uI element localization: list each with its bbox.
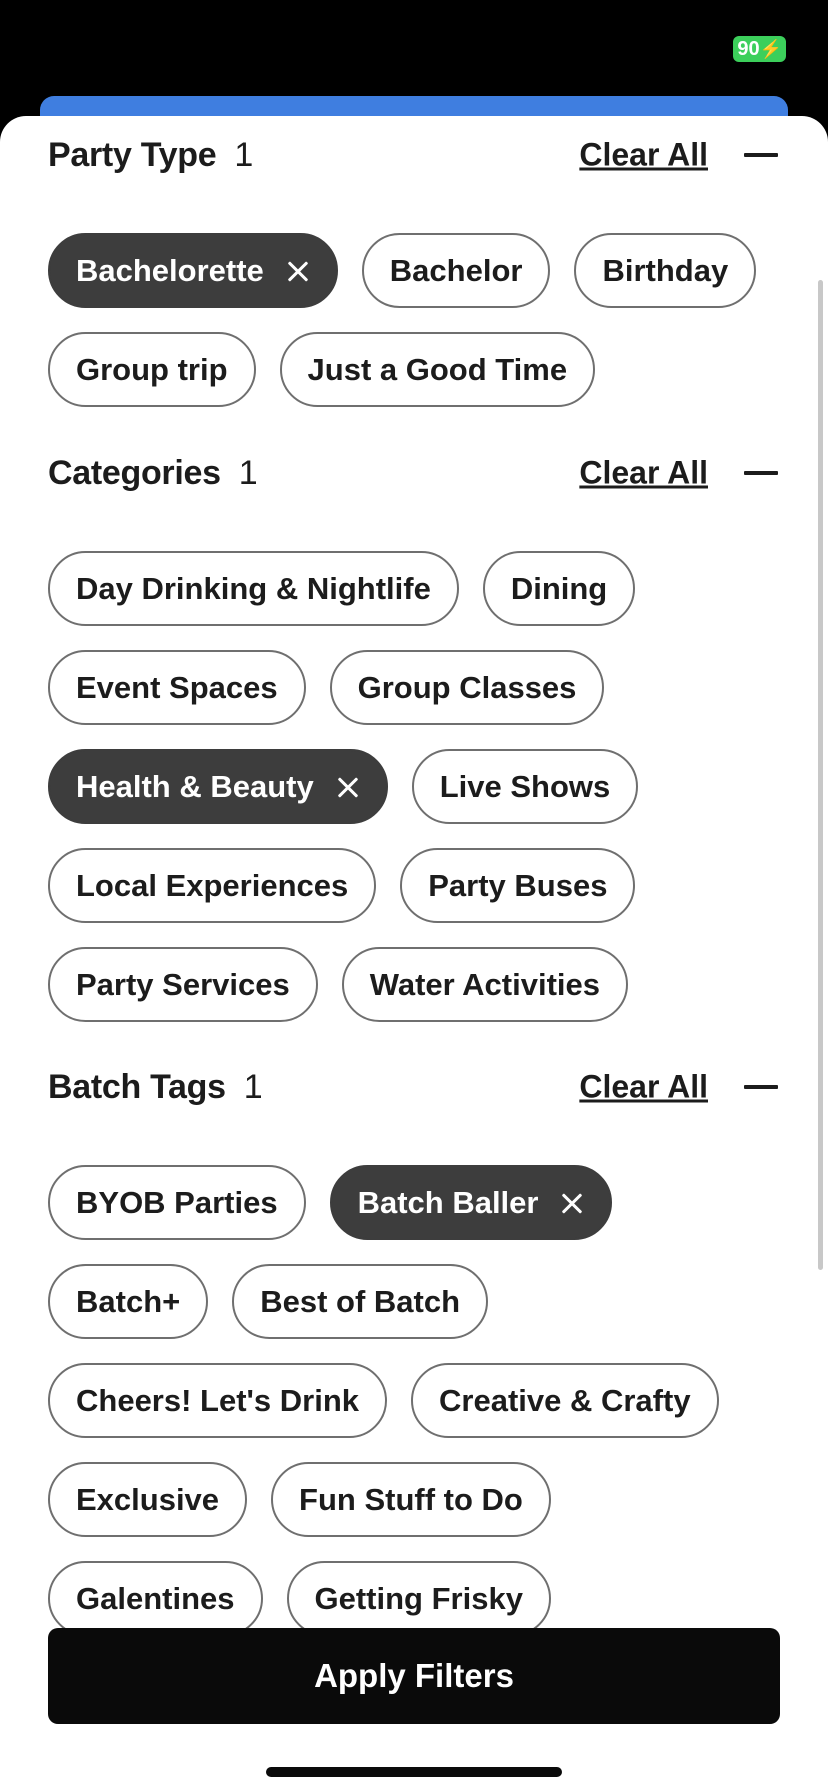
chip-group-classes[interactable]: Group Classes <box>329 650 605 725</box>
chip-label: Exclusive <box>76 1481 220 1517</box>
chip-creative-crafty[interactable]: Creative & Crafty <box>411 1363 719 1438</box>
collapse-icon[interactable] <box>744 153 778 157</box>
apply-filters-button[interactable]: Apply Filters <box>48 1628 780 1724</box>
chip-label: Water Activities <box>369 966 600 1002</box>
chip-label: Just a Good Time <box>307 351 568 387</box>
close-icon[interactable] <box>560 1191 584 1215</box>
chip-label: Best of Batch <box>260 1283 461 1319</box>
chip-label: Party Buses <box>428 867 608 903</box>
battery-level: 90 <box>737 38 760 60</box>
chip-label: Cheers! Let's Drink <box>76 1382 360 1418</box>
chip-list: Day Drinking & Nightlife Dining Event Sp… <box>48 551 780 1022</box>
chip-label: Live Shows <box>439 768 611 804</box>
chip-galentines[interactable]: Galentines <box>48 1561 263 1628</box>
chip-live-shows[interactable]: Live Shows <box>411 749 639 824</box>
chip-label: Group trip <box>76 351 228 387</box>
chip-just-a-good-time[interactable]: Just a Good Time <box>279 332 596 407</box>
section-batch-tags: Batch Tags 1 Clear All BYOB Parties Batc… <box>48 1057 780 1628</box>
section-categories: Categories 1 Clear All Day Drinking & Ni… <box>48 443 780 1022</box>
chip-label: Bachelorette <box>76 252 264 288</box>
selected-count: 1 <box>243 1067 263 1106</box>
collapse-icon[interactable] <box>744 471 778 475</box>
chip-label: Fun Stuff to Do <box>299 1481 523 1517</box>
clear-all-link[interactable]: Clear All <box>579 137 708 174</box>
chip-label: Creative & Crafty <box>439 1382 691 1418</box>
chip-byob-parties[interactable]: BYOB Parties <box>48 1165 306 1240</box>
chip-fun-stuff-to-do[interactable]: Fun Stuff to Do <box>271 1462 551 1537</box>
close-icon[interactable] <box>336 775 360 799</box>
selected-count: 1 <box>238 453 258 492</box>
chip-birthday[interactable]: Birthday <box>574 233 757 308</box>
scrollbar[interactable] <box>818 280 823 1270</box>
filter-sheet: Party Type 1 Clear All Bachelorette Bach… <box>0 116 828 1792</box>
section-title: Party Type <box>48 135 217 174</box>
chip-cheers-lets-drink[interactable]: Cheers! Let's Drink <box>48 1363 388 1438</box>
selected-count: 1 <box>234 135 254 174</box>
chip-exclusive[interactable]: Exclusive <box>48 1462 248 1537</box>
chip-label: Health & Beauty <box>76 768 314 804</box>
section-header: Party Type 1 Clear All <box>48 125 780 185</box>
chip-day-drinking-nightlife[interactable]: Day Drinking & Nightlife <box>48 551 459 626</box>
section-title: Categories <box>48 453 221 492</box>
clear-all-link[interactable]: Clear All <box>579 455 708 492</box>
chip-water-activities[interactable]: Water Activities <box>341 947 628 1022</box>
chip-batch-plus[interactable]: Batch+ <box>48 1264 209 1339</box>
chip-label: Batch+ <box>76 1283 181 1319</box>
chip-getting-frisky[interactable]: Getting Frisky <box>286 1561 551 1628</box>
chip-health-beauty[interactable]: Health & Beauty <box>48 749 388 824</box>
chip-group-trip[interactable]: Group trip <box>48 332 256 407</box>
chip-label: BYOB Parties <box>76 1184 278 1220</box>
chip-list: Bachelorette Bachelor Birthday Group tri… <box>48 233 780 407</box>
chip-label: Dining <box>510 570 608 606</box>
close-icon[interactable] <box>286 259 310 283</box>
status-bar: 90⚡ <box>0 0 828 100</box>
chip-party-services[interactable]: Party Services <box>48 947 318 1022</box>
chip-label: Birthday <box>602 252 729 288</box>
chip-label: Bachelor <box>389 252 523 288</box>
chip-bachelor[interactable]: Bachelor <box>361 233 551 308</box>
charging-bolt-icon: ⚡ <box>759 39 782 59</box>
chip-label: Galentines <box>76 1580 235 1616</box>
chip-label: Event Spaces <box>76 669 278 705</box>
chip-bachelorette[interactable]: Bachelorette <box>48 233 338 308</box>
section-header: Categories 1 Clear All <box>48 443 780 503</box>
chip-local-experiences[interactable]: Local Experiences <box>48 848 377 923</box>
section-party-type: Party Type 1 Clear All Bachelorette Bach… <box>48 125 780 407</box>
chip-batch-baller[interactable]: Batch Baller <box>329 1165 613 1240</box>
chip-label: Batch Baller <box>357 1184 539 1220</box>
chip-label: Group Classes <box>357 669 577 705</box>
clear-all-link[interactable]: Clear All <box>579 1069 708 1106</box>
chip-label: Party Services <box>76 966 290 1002</box>
section-header: Batch Tags 1 Clear All <box>48 1057 780 1117</box>
collapse-icon[interactable] <box>744 1085 778 1089</box>
chip-party-buses[interactable]: Party Buses <box>400 848 636 923</box>
chip-label: Getting Frisky <box>314 1580 523 1616</box>
section-title: Batch Tags <box>48 1067 226 1106</box>
home-indicator[interactable] <box>266 1767 562 1777</box>
chip-label: Local Experiences <box>76 867 349 903</box>
chip-event-spaces[interactable]: Event Spaces <box>48 650 306 725</box>
battery-indicator: 90⚡ <box>733 36 786 62</box>
chip-list: BYOB Parties Batch Baller Batch+ Best of… <box>48 1165 780 1628</box>
chip-dining[interactable]: Dining <box>482 551 636 626</box>
chip-label: Day Drinking & Nightlife <box>76 570 431 606</box>
chip-best-of-batch[interactable]: Best of Batch <box>232 1264 489 1339</box>
filter-scroll-area[interactable]: Party Type 1 Clear All Bachelorette Bach… <box>0 116 828 1628</box>
